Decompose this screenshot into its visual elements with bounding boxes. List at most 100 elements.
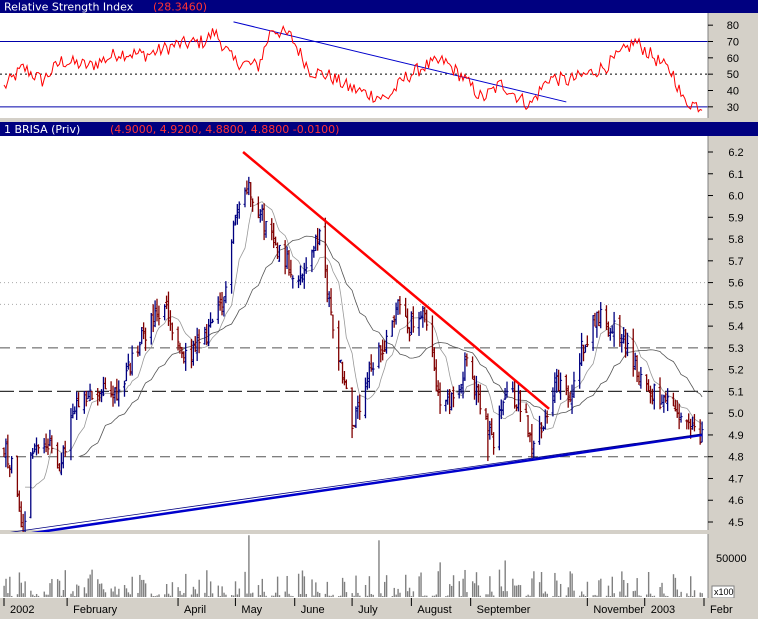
price-tick-label: 5.5 (728, 299, 743, 311)
volume-bar (437, 571, 439, 597)
volume-bar (460, 596, 462, 597)
volume-bar (143, 579, 145, 597)
volume-bar (89, 574, 91, 597)
volume-bar (420, 572, 422, 597)
volume-bar (632, 591, 635, 597)
month-label: August (417, 604, 451, 616)
volume-bar (594, 594, 596, 597)
volume-bar (273, 595, 275, 597)
volume-bar (20, 582, 23, 597)
volume-bar (385, 575, 388, 597)
volume-bar (500, 586, 503, 597)
volume-bar (278, 595, 281, 597)
volume-bar (382, 596, 384, 597)
volume-bar (621, 571, 623, 597)
volume-bar (315, 582, 317, 597)
volume-bar (9, 576, 11, 597)
volume-bar (206, 570, 208, 597)
volume-bar (179, 590, 181, 597)
volume-bar (244, 571, 246, 597)
price-tick-label: 4.7 (728, 473, 743, 485)
volume-bar (34, 596, 36, 597)
price-tick-label: 5.0 (728, 408, 743, 420)
volume-bar (225, 594, 227, 597)
volume-bar (433, 595, 436, 597)
volume-bar (208, 596, 210, 597)
volume-bar (546, 593, 548, 597)
volume-bar (49, 583, 51, 597)
price-tick-label: 5.4 (728, 321, 743, 333)
volume-bar (198, 579, 200, 597)
volume-bar (647, 571, 650, 597)
volume-bar (313, 595, 315, 597)
price-tick-label: 5.2 (728, 365, 743, 377)
volume-bar (634, 590, 636, 597)
volume-scale-label: x100 (714, 587, 734, 597)
volume-bar (129, 594, 132, 597)
volume-bar (380, 593, 382, 597)
volume-bar (102, 589, 105, 597)
volume-bar (112, 591, 114, 597)
volume-bar (449, 584, 451, 597)
volume-bar (60, 595, 63, 597)
volume-bar (100, 583, 103, 597)
volume-bar (351, 593, 353, 597)
volume-bar (56, 579, 59, 597)
price-tick-label: 4.8 (728, 452, 743, 464)
volume-bar (257, 585, 260, 597)
volume-bar (580, 591, 583, 597)
volume-bar (301, 570, 304, 597)
price-title: 1 BRISA (Priv) (4, 123, 80, 136)
volume-bar (263, 591, 265, 597)
rsi-tick-label: 70 (727, 37, 739, 49)
volume-bar (552, 596, 554, 597)
volume-bar (527, 594, 529, 597)
volume-bar (338, 596, 340, 597)
month-label: 2003 (651, 604, 675, 616)
volume-bar (156, 595, 158, 597)
price-tick-label: 4.9 (728, 430, 743, 442)
volume-bar (32, 594, 34, 597)
volume-bar (458, 581, 460, 597)
volume-bar (475, 572, 478, 597)
volume-bar (276, 576, 279, 597)
volume-bar (699, 592, 701, 597)
volume-bar (223, 592, 225, 597)
volume-bar (525, 595, 527, 597)
month-label: November (593, 604, 644, 616)
volume-bar (567, 587, 570, 597)
volume-bar (58, 580, 61, 597)
volume-bar (592, 595, 594, 597)
volume-bar (131, 576, 133, 597)
volume-bar (154, 596, 156, 597)
month-label: Febr (710, 604, 733, 616)
volume-bar (506, 591, 508, 597)
volume-bar (139, 574, 141, 597)
volume-bar (659, 587, 661, 597)
volume-bar (623, 579, 625, 597)
volume-bar (613, 593, 615, 597)
volume-bar (498, 569, 501, 597)
volume-bar (435, 594, 438, 597)
volume-bar (364, 584, 367, 597)
volume-bar (118, 588, 120, 597)
volume-bar (667, 596, 669, 597)
volume-bar (691, 596, 694, 597)
volume-bar (408, 587, 411, 597)
volume-bar (378, 540, 380, 597)
volume-bar (341, 577, 344, 597)
volume-bar (554, 572, 556, 597)
volume-bar (605, 595, 608, 597)
volume-bar (573, 590, 575, 597)
volume-bar (582, 594, 585, 597)
volume-bar (332, 594, 334, 597)
volume-bar (246, 593, 248, 597)
volume-bar (355, 575, 357, 597)
volume-bar (406, 591, 409, 597)
volume-bar (324, 593, 327, 597)
volume-bar (18, 572, 21, 597)
volume-bar (653, 595, 656, 597)
volume-bar (533, 571, 535, 597)
volume-bar (624, 595, 627, 597)
volume-bar (439, 562, 441, 597)
